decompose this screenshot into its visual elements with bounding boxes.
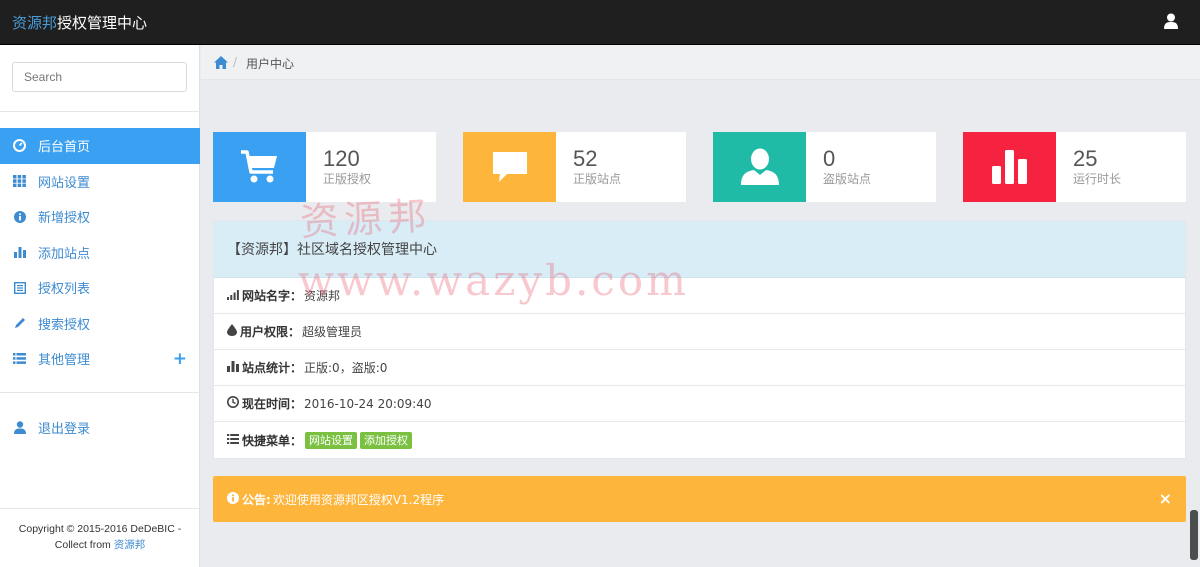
tint-icon: [227, 324, 237, 339]
scrollbar-thumb[interactable]: [1190, 510, 1198, 560]
user-icon: [713, 132, 806, 202]
info-key: 用户权限：: [240, 325, 301, 339]
info-value: 超级管理员: [302, 325, 363, 339]
brand-title[interactable]: 资源邦授权管理中心: [12, 12, 147, 33]
notice-text: 欢迎使用资源邦区授权V1.2程序: [272, 492, 445, 507]
info-value: 2016-10-24 20:09:40: [304, 396, 432, 411]
sidebar-item-logout[interactable]: 退出登录: [0, 410, 200, 446]
top-navbar: 资源邦授权管理中心: [0, 0, 1200, 45]
stat-label: 正版站点: [573, 172, 622, 186]
info-icon: [13, 210, 26, 223]
sidebar-item-add-license[interactable]: 新增授权: [0, 199, 200, 235]
sidebar-item-search-license[interactable]: 搜索授权: [0, 306, 200, 342]
sidebar-menu: 后台首页 网站设置 新增授权 添加站点 授权列表 搜索授权 其他管理 +: [0, 128, 200, 377]
info-key: 快捷菜单：: [242, 433, 303, 448]
list-icon: [227, 433, 239, 447]
info-key: 现在时间：: [242, 397, 303, 411]
logout-section: 退出登录: [0, 410, 200, 446]
sidebar: 后台首页 网站设置 新增授权 添加站点 授权列表 搜索授权 其他管理 +: [0, 45, 200, 567]
logout-label: 退出登录: [38, 422, 91, 438]
signal-icon: [227, 289, 239, 303]
breadcrumb: / 用户中心: [201, 45, 1200, 80]
pencil-icon: [13, 317, 26, 330]
info-row-site-name: 网站名字： 资源邦: [214, 278, 1185, 314]
sidebar-item-dashboard[interactable]: 后台首页: [0, 128, 200, 164]
home-icon[interactable]: [214, 56, 228, 69]
stat-card-licensed-sites[interactable]: 52 正版站点: [463, 132, 686, 202]
sidebar-item-license-list[interactable]: 授权列表: [0, 270, 200, 306]
stat-label: 运行时长: [1073, 172, 1122, 186]
bar-chart-icon: [963, 132, 1056, 202]
dashboard-icon: [13, 139, 26, 153]
copyright-link[interactable]: 资源邦: [114, 539, 146, 551]
close-icon[interactable]: ×: [1159, 489, 1172, 508]
sidebar-divider: [0, 111, 200, 112]
copyright: Copyright © 2015-2016 DeDeBIC - Collect …: [0, 522, 200, 553]
sidebar-item-label: 授权列表: [38, 282, 91, 298]
quick-site-settings-button[interactable]: 网站设置: [305, 431, 358, 449]
info-value: 正版:0，盗版:0: [304, 361, 388, 375]
expand-plus-icon[interactable]: +: [173, 349, 187, 369]
list-alt-icon: [13, 281, 26, 294]
sidebar-item-add-site[interactable]: 添加站点: [0, 235, 200, 271]
breadcrumb-separator: /: [233, 55, 238, 69]
stat-label: 盗版站点: [823, 172, 872, 186]
info-key: 站点统计：: [242, 361, 303, 375]
sidebar-item-label: 后台首页: [38, 140, 91, 156]
copyright-line2: Collect from 资源邦: [0, 538, 200, 554]
sidebar-divider: [0, 392, 200, 393]
sidebar-item-label: 新增授权: [38, 211, 91, 227]
stat-card-pirated-sites[interactable]: 0 盗版站点: [713, 132, 936, 202]
comment-icon: [463, 132, 556, 202]
info-row-site-stats: 站点统计： 正版:0，盗版:0: [214, 350, 1185, 386]
sidebar-item-label: 网站设置: [38, 175, 91, 191]
sidebar-item-label: 其他管理: [38, 353, 91, 369]
stat-value: 25: [1073, 146, 1098, 171]
announcement-alert: 公告: 欢迎使用资源邦区授权V1.2程序 ×: [213, 476, 1186, 522]
stat-value: 120: [323, 146, 360, 171]
stat-card-uptime[interactable]: 25 运行时长: [963, 132, 1186, 202]
sidebar-item-label: 添加站点: [38, 246, 91, 262]
sidebar-item-label: 搜索授权: [38, 317, 91, 333]
stat-label: 正版授权: [323, 172, 372, 186]
info-row-quick-menu: 快捷菜单： 网站设置 添加授权: [214, 422, 1185, 458]
bar-chart-icon: [13, 246, 26, 259]
notice-label: 公告:: [242, 492, 271, 507]
search-input[interactable]: [12, 62, 187, 92]
list-icon: [13, 352, 26, 365]
clock-icon: [227, 396, 239, 411]
grid-icon: [13, 175, 26, 188]
info-panel: 【资源邦】社区域名授权管理中心 网站名字： 资源邦 用户权限： 超级管理员 站点…: [213, 220, 1186, 459]
quick-add-license-button[interactable]: 添加授权: [360, 431, 413, 449]
brand-rest: 授权管理中心: [57, 14, 148, 32]
info-value: 资源邦: [304, 289, 341, 303]
stat-value: 0: [823, 146, 836, 171]
stat-value: 52: [573, 146, 598, 171]
user-icon: [13, 421, 26, 435]
panel-title: 【资源邦】社区域名授权管理中心: [214, 221, 1185, 278]
shopping-cart-icon: [213, 132, 306, 202]
brand-highlight: 资源邦: [12, 14, 58, 32]
info-row-permission: 用户权限： 超级管理员: [214, 314, 1185, 350]
user-menu-icon[interactable]: [1164, 13, 1180, 31]
copyright-line1: Copyright © 2015-2016 DeDeBIC -: [18, 523, 182, 535]
breadcrumb-current: 用户中心: [246, 57, 295, 71]
info-icon: [227, 491, 239, 507]
info-row-current-time: 现在时间： 2016-10-24 20:09:40: [214, 386, 1185, 422]
bar-chart-icon: [227, 360, 239, 375]
stat-card-licensed[interactable]: 120 正版授权: [213, 132, 436, 202]
sidebar-item-other-management[interactable]: 其他管理 +: [0, 341, 200, 377]
info-key: 网站名字：: [242, 289, 303, 303]
sidebar-divider: [0, 508, 200, 509]
copyright-prefix: Collect from: [54, 538, 114, 551]
sidebar-item-site-settings[interactable]: 网站设置: [0, 164, 200, 200]
